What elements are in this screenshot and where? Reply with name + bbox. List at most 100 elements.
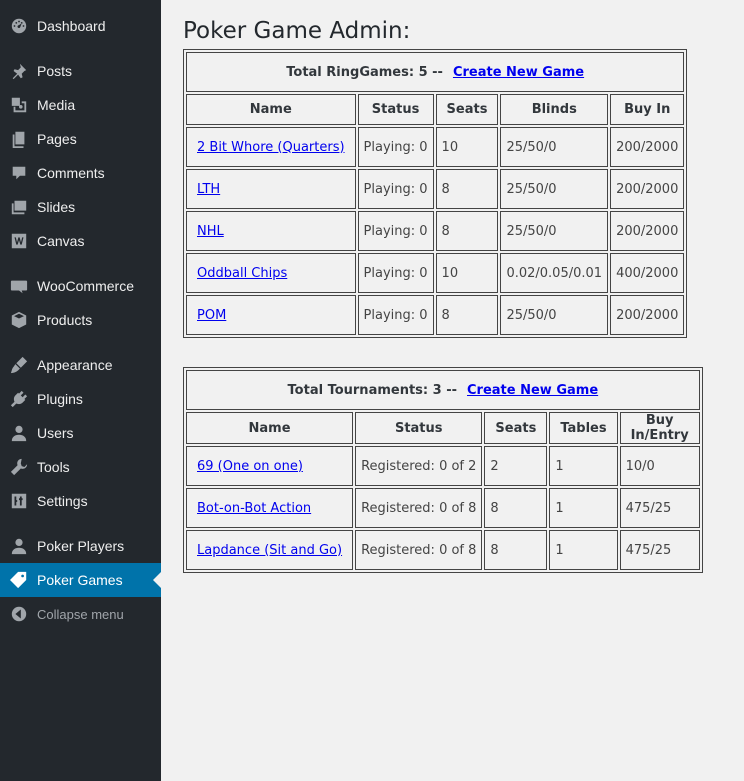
blinds-cell: 25/50/0 <box>500 169 609 209</box>
sidebar-item-label: Posts <box>37 63 73 79</box>
buy-in-entry-cell: 10/0 <box>619 446 700 486</box>
brush-icon <box>9 355 29 375</box>
seats-cell: 10 <box>435 127 499 167</box>
sidebar-item-media[interactable]: Media <box>0 88 161 122</box>
sidebar-item-slides[interactable]: Slides <box>0 190 161 224</box>
game-link[interactable]: POM <box>197 308 226 323</box>
sidebar-item-plugins[interactable]: Plugins <box>0 382 161 416</box>
status-cell: Playing: 0 <box>357 211 434 251</box>
tournament-link[interactable]: 69 (One on one) <box>197 459 303 474</box>
comment-icon <box>9 163 29 183</box>
sliders-icon <box>9 491 29 511</box>
buy-in-cell: 400/2000 <box>610 253 685 293</box>
buy-in-cell: 200/2000 <box>610 211 685 251</box>
sidebar-item-label: Appearance <box>37 357 113 373</box>
pages-icon <box>9 129 29 149</box>
table-row: 2 Bit Whore (Quarters) Playing: 0 10 25/… <box>186 127 685 167</box>
wrench-icon <box>9 457 29 477</box>
column-header-seats: Seats <box>484 412 548 444</box>
column-header-name: Name <box>186 94 356 125</box>
seats-cell: 2 <box>484 446 548 486</box>
column-header-buy-in-entry: Buy In/Entry <box>619 412 700 444</box>
ring-games-table: Total RingGames: 5 -- Create New Game Nam… <box>183 49 688 338</box>
seats-cell: 10 <box>435 253 499 293</box>
sidebar-item-poker-games[interactable]: Poker Games <box>0 563 161 597</box>
blinds-cell: 25/50/0 <box>500 211 609 251</box>
collapse-arrow-icon <box>9 604 29 624</box>
table-header-row: Name Status Seats Tables Buy In/Entry <box>186 412 700 444</box>
create-new-tournament-link[interactable]: Create New Game <box>467 383 598 398</box>
game-link[interactable]: 2 Bit Whore (Quarters) <box>197 140 345 155</box>
box-icon <box>9 310 29 330</box>
column-header-status: Status <box>355 412 483 444</box>
sidebar-item-settings[interactable]: Settings <box>0 484 161 518</box>
table-caption-row: Total Tournaments: 3 -- Create New Game <box>186 370 700 410</box>
table-caption: Total Tournaments: 3 -- Create New Game <box>186 370 700 410</box>
woo-icon <box>9 276 29 296</box>
sidebar-item-tools[interactable]: Tools <box>0 450 161 484</box>
seats-cell: 8 <box>435 169 499 209</box>
table-header-row: Name Status Seats Blinds Buy In <box>186 94 685 125</box>
create-new-ring-game-link[interactable]: Create New Game <box>453 65 584 80</box>
status-cell: Registered: 0 of 2 <box>355 446 483 486</box>
media-icon <box>9 95 29 115</box>
blinds-cell: 0.02/0.05/0.01 <box>500 253 609 293</box>
sidebar-item-appearance[interactable]: Appearance <box>0 348 161 382</box>
sidebar-item-woocommerce[interactable]: WooCommerce <box>0 269 161 303</box>
tables-cell: 1 <box>549 488 618 528</box>
sidebar-item-products[interactable]: Products <box>0 303 161 337</box>
sidebar-item-comments[interactable]: Comments <box>0 156 161 190</box>
column-header-status: Status <box>357 94 434 125</box>
table-row: Oddball Chips Playing: 0 10 0.02/0.05/0.… <box>186 253 685 293</box>
sidebar-item-canvas[interactable]: Canvas <box>0 224 161 258</box>
sidebar-item-label: Canvas <box>37 233 85 249</box>
sidebar-item-label: Products <box>37 312 93 328</box>
pin-icon <box>9 61 29 81</box>
tournament-link[interactable]: Bot-on-Bot Action <box>197 501 311 516</box>
sidebar-item-label: Poker Games <box>37 572 123 588</box>
status-cell: Registered: 0 of 8 <box>355 488 483 528</box>
sidebar-item-label: Plugins <box>37 391 83 407</box>
tournament-name-cell: 69 (One on one) <box>186 446 354 486</box>
tournament-name-cell: Bot-on-Bot Action <box>186 488 354 528</box>
table-row: Bot-on-Bot Action Registered: 0 of 8 8 1… <box>186 488 700 528</box>
canvas-w-icon <box>9 231 29 251</box>
game-name-cell: LTH <box>186 169 356 209</box>
plug-icon <box>9 389 29 409</box>
sidebar-item-label: Settings <box>37 493 88 509</box>
tournament-link[interactable]: Lapdance (Sit and Go) <box>197 543 342 558</box>
game-name-cell: POM <box>186 295 356 335</box>
game-name-cell: 2 Bit Whore (Quarters) <box>186 127 356 167</box>
column-header-tables: Tables <box>549 412 618 444</box>
buy-in-cell: 200/2000 <box>610 169 685 209</box>
sidebar-item-label: Dashboard <box>37 18 106 34</box>
seats-cell: 8 <box>484 530 548 570</box>
tournaments-table: Total Tournaments: 3 -- Create New Game N… <box>183 367 703 573</box>
game-link[interactable]: Oddball Chips <box>197 266 287 281</box>
sidebar-item-label: Slides <box>37 199 76 215</box>
user-icon <box>9 536 29 556</box>
blinds-cell: 25/50/0 <box>500 127 609 167</box>
tag-icon <box>9 570 29 590</box>
sidebar-item-label: Pages <box>37 131 77 147</box>
table-row: 69 (One on one) Registered: 0 of 2 2 1 1… <box>186 446 700 486</box>
collapse-menu-button[interactable]: Collapse menu <box>0 597 161 631</box>
status-cell: Playing: 0 <box>357 253 434 293</box>
sidebar-item-posts[interactable]: Posts <box>0 54 161 88</box>
game-link[interactable]: LTH <box>197 182 220 197</box>
sidebar-item-label: Media <box>37 97 76 113</box>
tournament-name-cell: Lapdance (Sit and Go) <box>186 530 354 570</box>
column-header-buy-in: Buy In <box>610 94 685 125</box>
sidebar-item-poker-players[interactable]: Poker Players <box>0 529 161 563</box>
game-link[interactable]: NHL <box>197 224 224 239</box>
slides-icon <box>9 197 29 217</box>
buy-in-entry-cell: 475/25 <box>619 488 700 528</box>
tables-cell: 1 <box>549 446 618 486</box>
page-title: Poker Game Admin: <box>183 18 411 44</box>
game-name-cell: NHL <box>186 211 356 251</box>
game-name-cell: Oddball Chips <box>186 253 356 293</box>
sidebar-item-users[interactable]: Users <box>0 416 161 450</box>
sidebar-item-pages[interactable]: Pages <box>0 122 161 156</box>
seats-cell: 8 <box>435 295 499 335</box>
sidebar-item-dashboard[interactable]: Dashboard <box>0 9 161 43</box>
